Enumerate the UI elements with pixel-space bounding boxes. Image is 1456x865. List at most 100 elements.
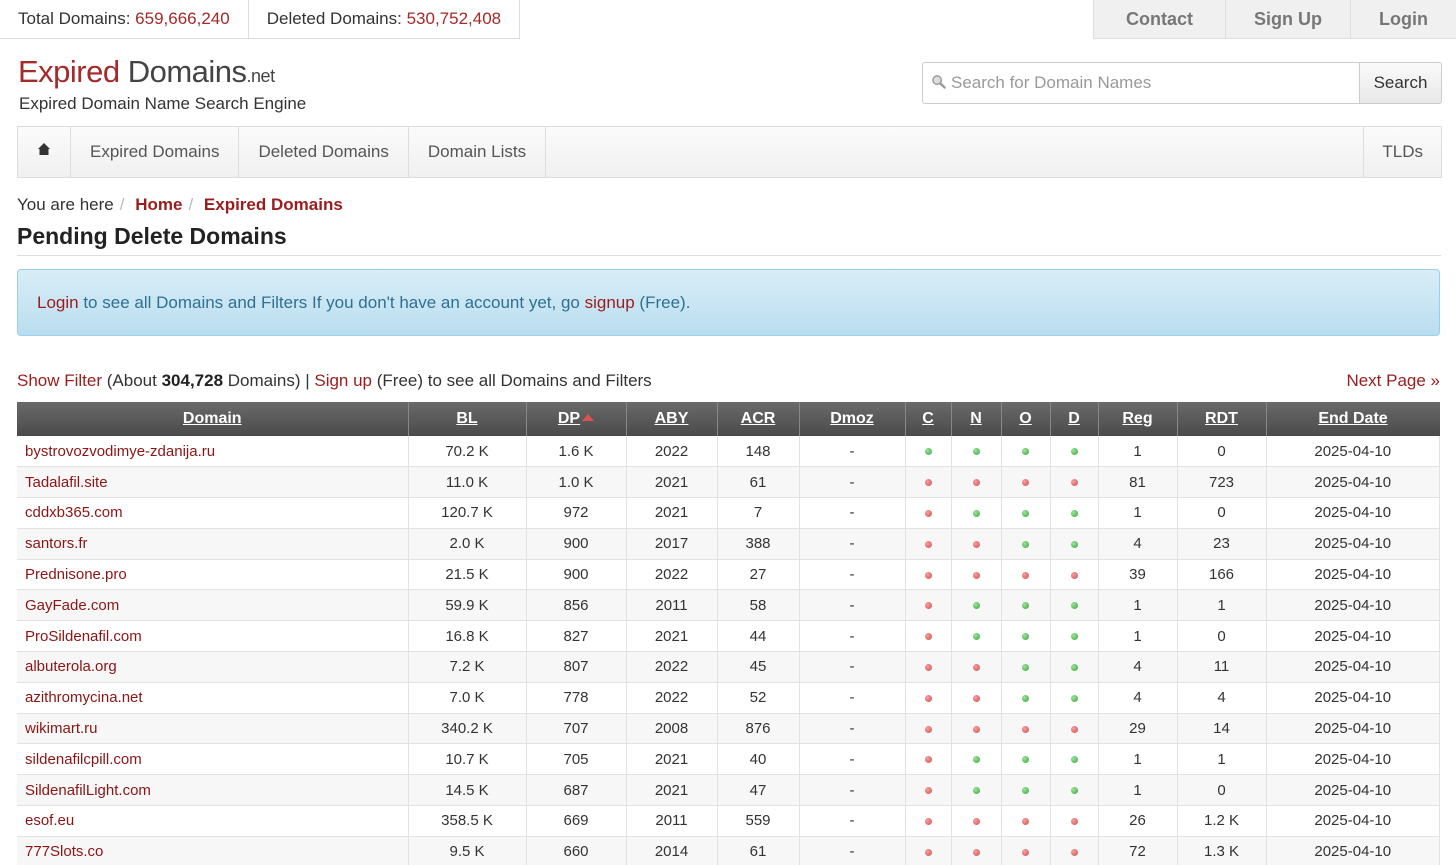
status-available-icon[interactable]	[1022, 540, 1029, 548]
domain-link[interactable]: Prednisone.pro	[25, 566, 127, 583]
status-taken-icon[interactable]	[972, 571, 980, 579]
status-available-icon[interactable]	[1070, 602, 1078, 610]
col-dp[interactable]: DP	[526, 402, 627, 436]
domain-link[interactable]: GayFade.com	[25, 597, 119, 614]
domain-link[interactable]: Tadalafil.site	[25, 474, 108, 491]
status-taken-icon[interactable]	[972, 479, 980, 487]
status-taken-icon[interactable]	[972, 817, 980, 825]
status-taken-icon[interactable]	[972, 664, 980, 671]
status-taken-icon[interactable]	[924, 510, 932, 518]
status-taken-icon[interactable]	[924, 479, 932, 487]
status-available-icon[interactable]	[1022, 787, 1029, 795]
site-logo[interactable]: Expired Domains.net Expired Domain Name …	[18, 54, 306, 114]
nav-deleted-domains[interactable]: Deleted Domains	[239, 127, 409, 177]
status-taken-icon[interactable]	[1022, 725, 1029, 733]
status-taken-icon[interactable]	[972, 848, 980, 856]
status-taken-icon[interactable]	[924, 571, 932, 579]
domain-link[interactable]: bystrovozvodimye-zdanija.ru	[25, 443, 215, 460]
col-n[interactable]: N	[951, 402, 1002, 436]
status-taken-icon[interactable]	[972, 694, 980, 702]
breadcrumb-current[interactable]: Expired Domains	[204, 195, 343, 214]
status-taken-icon[interactable]	[1022, 817, 1029, 825]
status-taken-icon[interactable]	[924, 787, 932, 795]
col-o[interactable]: O	[1001, 402, 1051, 436]
domain-link[interactable]: sildenafilcpill.com	[25, 751, 142, 768]
search-input[interactable]	[951, 73, 1359, 93]
status-available-icon[interactable]	[1022, 694, 1029, 702]
status-available-icon[interactable]	[972, 633, 980, 641]
status-available-icon[interactable]	[972, 756, 980, 764]
status-taken-icon[interactable]	[924, 694, 932, 702]
domain-link[interactable]: azithromycina.net	[25, 689, 143, 706]
filter-signup-link[interactable]: Sign up	[314, 371, 372, 390]
domain-link[interactable]: santors.fr	[25, 535, 88, 552]
status-available-icon[interactable]	[972, 448, 980, 456]
status-taken-icon[interactable]	[924, 540, 932, 548]
col-bl[interactable]: BL	[408, 402, 527, 436]
domain-link[interactable]: esof.eu	[25, 812, 74, 829]
nav-home[interactable]	[18, 127, 71, 177]
status-available-icon[interactable]	[1070, 448, 1078, 456]
status-available-icon[interactable]	[972, 510, 980, 518]
status-available-icon[interactable]	[1070, 694, 1078, 702]
nav-expired-domains[interactable]: Expired Domains	[71, 127, 240, 177]
status-available-icon[interactable]	[1070, 787, 1078, 795]
col-c[interactable]: C	[905, 402, 952, 436]
status-available-icon[interactable]	[1070, 540, 1078, 548]
col-domain[interactable]: Domain	[17, 402, 409, 436]
status-taken-icon[interactable]	[924, 756, 932, 764]
status-available-icon[interactable]	[1022, 664, 1029, 671]
domain-link[interactable]: 777Slots.co	[25, 843, 103, 860]
status-taken-icon[interactable]	[924, 664, 932, 671]
next-page-link[interactable]: Next Page »	[1346, 371, 1440, 391]
status-available-icon[interactable]	[972, 602, 980, 610]
status-available-icon[interactable]	[1070, 756, 1078, 764]
domain-link[interactable]: ProSildenafil.com	[25, 628, 142, 645]
status-taken-icon[interactable]	[1022, 571, 1029, 579]
alert-signup-link[interactable]: signup	[585, 293, 635, 312]
alert-login-link[interactable]: Login	[37, 293, 79, 312]
col-reg[interactable]: Reg	[1098, 402, 1178, 436]
status-available-icon[interactable]	[1070, 633, 1078, 641]
domain-link[interactable]: wikimart.ru	[25, 720, 98, 737]
status-available-icon[interactable]	[1022, 602, 1029, 610]
nav-tlds[interactable]: TLDs	[1363, 127, 1441, 177]
logo-wordmark[interactable]: Expired Domains.net	[18, 54, 306, 94]
col-rdt[interactable]: RDT	[1177, 402, 1267, 436]
col-dmoz[interactable]: Dmoz	[799, 402, 906, 436]
status-available-icon[interactable]	[1022, 756, 1029, 764]
status-taken-icon[interactable]	[924, 725, 932, 733]
domain-link[interactable]: SildenafilLight.com	[25, 782, 151, 799]
breadcrumb-home[interactable]: Home	[135, 195, 182, 214]
status-taken-icon[interactable]	[924, 848, 932, 856]
status-available-icon[interactable]	[1070, 510, 1078, 518]
domain-link[interactable]: cddxb365.com	[25, 504, 123, 521]
status-available-icon[interactable]	[1022, 510, 1029, 518]
status-taken-icon[interactable]	[1070, 725, 1078, 733]
col-acr[interactable]: ACR	[717, 402, 800, 436]
contact-link[interactable]: Contact	[1093, 0, 1226, 39]
status-taken-icon[interactable]	[924, 602, 932, 610]
status-taken-icon[interactable]	[1070, 848, 1078, 856]
status-available-icon[interactable]	[924, 448, 932, 456]
col-d[interactable]: D	[1050, 402, 1099, 436]
status-taken-icon[interactable]	[1022, 848, 1029, 856]
status-available-icon[interactable]	[972, 787, 980, 795]
status-available-icon[interactable]	[1070, 664, 1078, 671]
status-available-icon[interactable]	[1022, 448, 1029, 456]
status-taken-icon[interactable]	[1022, 479, 1029, 487]
domain-link[interactable]: albuterola.org	[25, 658, 117, 675]
status-taken-icon[interactable]	[1070, 571, 1078, 579]
status-taken-icon[interactable]	[972, 725, 980, 733]
status-taken-icon[interactable]	[1070, 479, 1078, 487]
status-taken-icon[interactable]	[924, 817, 932, 825]
show-filter-link[interactable]: Show Filter	[17, 371, 102, 390]
signup-link[interactable]: Sign Up	[1225, 0, 1351, 39]
login-link[interactable]: Login	[1350, 0, 1456, 39]
status-taken-icon[interactable]	[924, 633, 932, 641]
col-aby[interactable]: ABY	[626, 402, 718, 436]
status-taken-icon[interactable]	[972, 540, 980, 548]
status-taken-icon[interactable]	[1070, 817, 1078, 825]
nav-domain-lists[interactable]: Domain Lists	[409, 127, 547, 177]
status-available-icon[interactable]	[1022, 633, 1029, 641]
